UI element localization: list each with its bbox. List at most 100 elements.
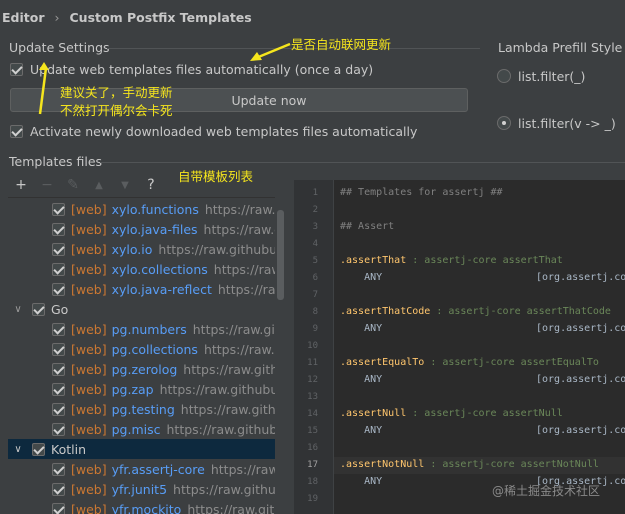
group-checkbox[interactable] — [32, 302, 45, 316]
lambda-option-underscore-label[interactable]: list.filter(_) — [518, 69, 585, 84]
code-line: [org.assertj.co — [536, 425, 625, 436]
tree-row[interactable]: [web] yfr.assertj-core https://raw.githu — [8, 459, 285, 479]
tree-row[interactable]: [web] pg.collections https://raw.github — [8, 339, 285, 359]
tree-row[interactable]: [web] pg.testing https://raw.githubuse — [8, 399, 285, 419]
template-name: yfr.assertj-core — [111, 461, 205, 477]
group-label: Go — [51, 301, 69, 317]
template-name: pg.misc — [111, 421, 161, 437]
code-line: [org.assertj.co — [536, 272, 625, 283]
line-number: 11 — [307, 358, 318, 368]
template-url: https://raw.githubuserc — [173, 481, 285, 497]
web-tag: [web] — [71, 421, 107, 437]
tree-row[interactable]: [web] xylo.io https://raw.githubuserco — [8, 239, 285, 259]
web-tag: [web] — [71, 361, 107, 377]
code-line: ANY — [340, 425, 382, 436]
code-line: .assertNotNull : assertj-core assertNotN… — [340, 459, 599, 470]
row-checkbox[interactable] — [52, 262, 65, 276]
activate-auto-label[interactable]: Activate newly downloaded web templates … — [30, 124, 417, 139]
web-tag: [web] — [71, 221, 107, 237]
update-auto-label[interactable]: Update web templates files automatically… — [30, 62, 373, 77]
chevron-down-icon[interactable]: ∨ — [10, 304, 26, 315]
row-checkbox[interactable] — [52, 242, 65, 256]
line-number: 9 — [312, 324, 318, 334]
tree-row[interactable]: [web] xylo.functions https://raw.githubu — [8, 199, 285, 219]
template-name: pg.zerolog — [111, 361, 178, 377]
code-line: ANY — [340, 272, 382, 283]
row-checkbox[interactable] — [52, 202, 65, 216]
annotation-arrow-icon — [38, 62, 49, 115]
activate-auto-checkbox[interactable] — [10, 125, 23, 138]
row-checkbox[interactable] — [52, 362, 65, 376]
tree-row[interactable]: [web] yfr.junit5 https://raw.githubuserc — [8, 479, 285, 499]
template-name: xylo.io — [111, 241, 153, 257]
edit-icon[interactable]: ✎ — [60, 175, 86, 195]
row-checkbox[interactable] — [52, 422, 65, 436]
code-any: ANY — [340, 374, 383, 385]
web-tag: [web] — [71, 321, 107, 337]
help-icon[interactable]: ? — [138, 175, 164, 195]
update-auto-checkbox[interactable] — [10, 63, 23, 76]
tree-group-kotlin[interactable]: ∨ Kotlin — [8, 439, 285, 459]
tree-row[interactable]: [web] pg.zerolog https://raw.githubus — [8, 359, 285, 379]
breadcrumb-current: Custom Postfix Templates — [69, 9, 252, 25]
code-comment: ## Templates for assertj ## — [340, 187, 503, 198]
web-tag: [web] — [71, 501, 107, 514]
watermark: @稀土掘金技术社区 — [492, 484, 601, 498]
tree-scrollbar-thumb[interactable] — [277, 210, 284, 300]
tree-row[interactable]: [web] pg.zap https://raw.githubusercont — [8, 379, 285, 399]
row-checkbox[interactable] — [52, 222, 65, 236]
code-line: [org.assertj.co — [536, 374, 625, 385]
row-checkbox[interactable] — [52, 282, 65, 296]
row-checkbox[interactable] — [52, 322, 65, 336]
lambda-option-underscore-radio[interactable] — [497, 69, 511, 83]
tree-row[interactable]: [web] xylo.java-files https://raw.github… — [8, 219, 285, 239]
line-number: 10 — [307, 341, 318, 351]
breadcrumb-separator: › — [54, 9, 60, 25]
web-tag: [web] — [71, 381, 107, 397]
line-number: 4 — [312, 239, 318, 249]
breadcrumb-root[interactable]: Editor — [2, 10, 45, 25]
code-line: ## Templates for assertj ## — [340, 187, 503, 198]
row-checkbox[interactable] — [52, 382, 65, 396]
tree-row[interactable]: [web] xylo.collections https://raw.githu — [8, 259, 285, 279]
template-url: https://raw.githubuserco — [166, 421, 286, 437]
line-number: 14 — [307, 409, 318, 419]
tree-group-go[interactable]: ∨ Go — [8, 299, 285, 319]
move-down-icon[interactable]: ▼ — [112, 175, 138, 195]
lambda-option-arrow-label[interactable]: list.filter(v -> _) — [518, 116, 616, 131]
lambda-option-arrow-radio[interactable] — [497, 116, 511, 130]
code-any: ANY — [340, 476, 383, 487]
line-number: 3 — [312, 222, 318, 232]
tree-row[interactable]: [web] pg.misc https://raw.githubuserco — [8, 419, 285, 439]
templates-toolbar: + − ✎ ▲ ▼ ? — [8, 175, 164, 195]
code-line: .assertThat : assertj-core assertThat — [340, 255, 563, 266]
template-name: xylo.java-reflect — [111, 281, 212, 297]
tree-row[interactable]: [web] yfr.mockito https://raw.githubus — [8, 499, 285, 514]
row-checkbox[interactable] — [52, 342, 65, 356]
remove-icon[interactable]: − — [34, 175, 60, 195]
row-checkbox[interactable] — [52, 462, 65, 476]
row-checkbox[interactable] — [52, 482, 65, 496]
line-number: 13 — [307, 392, 318, 402]
row-checkbox[interactable] — [52, 402, 65, 416]
code-line: ANY — [340, 323, 382, 334]
line-number: 2 — [312, 205, 318, 215]
row-checkbox[interactable] — [52, 502, 65, 514]
web-tag: [web] — [71, 201, 107, 217]
templates-tree[interactable]: [web] xylo.functions https://raw.githubu… — [8, 197, 285, 514]
template-name: pg.collections — [111, 341, 198, 357]
chevron-down-icon[interactable]: ∨ — [10, 444, 26, 455]
code-import: [org.assertj.co — [536, 374, 625, 385]
add-icon[interactable]: + — [8, 175, 34, 195]
group-checkbox[interactable] — [32, 442, 45, 456]
template-url: https://raw.githubu — [203, 221, 285, 237]
tree-row[interactable]: [web] pg.numbers https://raw.githubu — [8, 319, 285, 339]
web-tag: [web] — [71, 261, 107, 277]
breadcrumb: Editor › Custom Postfix Templates — [0, 0, 625, 34]
code-any: ANY — [340, 272, 383, 283]
group-divider — [100, 162, 625, 163]
line-number: 17 — [307, 460, 318, 470]
tree-row[interactable]: [web] xylo.java-reflect https://raw.gith… — [8, 279, 285, 299]
move-up-icon[interactable]: ▲ — [86, 175, 112, 195]
code-import: [org.assertj.co — [536, 425, 625, 436]
